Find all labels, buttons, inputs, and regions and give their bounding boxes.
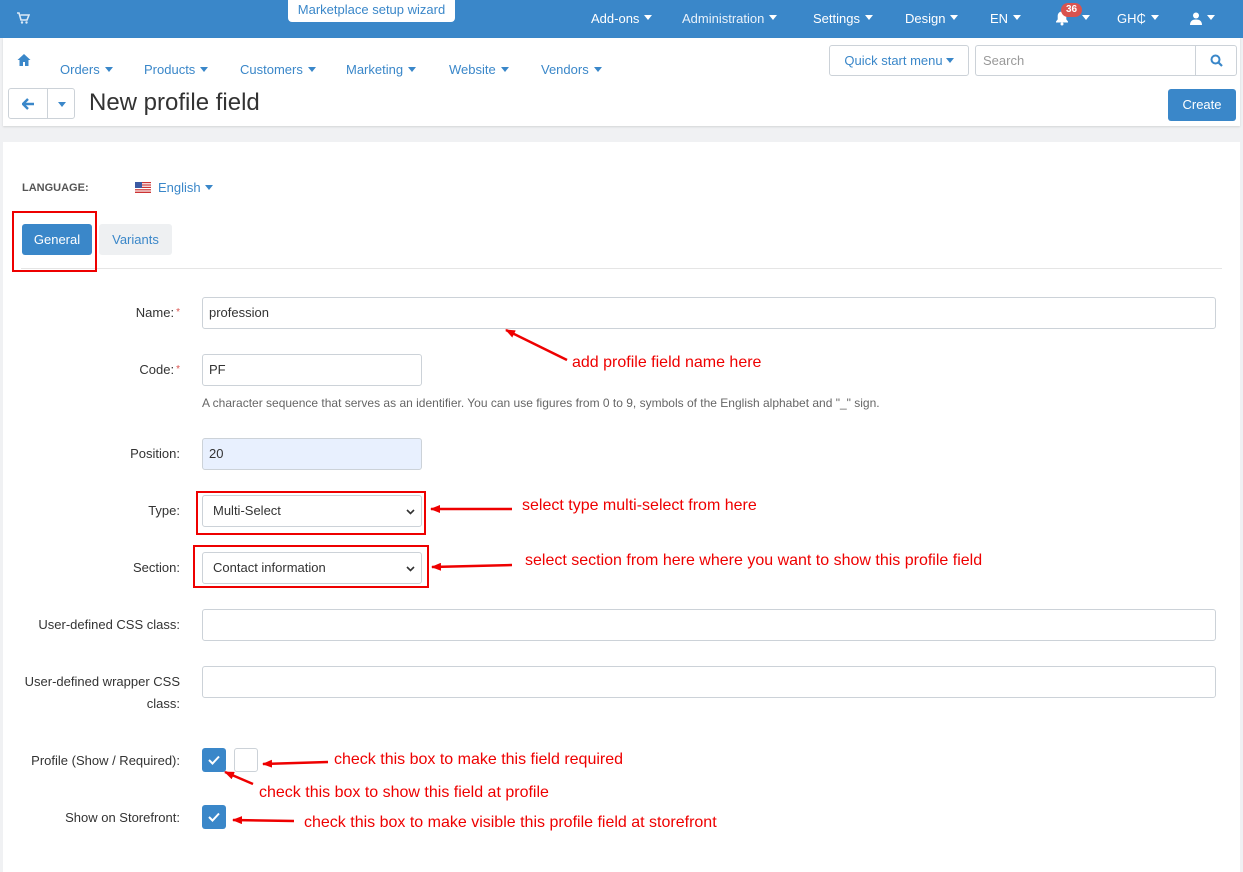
wrapper-css-input[interactable] (202, 666, 1216, 698)
annotation-show-profile: check this box to show this field at pro… (259, 784, 549, 801)
main-header: Orders Products Customers Marketing Webs… (3, 38, 1240, 126)
show-on-storefront-label: Show on Storefront: (65, 810, 180, 825)
profile-show-required-label: Profile (Show / Required): (31, 753, 180, 768)
us-flag-icon (135, 182, 151, 193)
annotation-box-type (196, 491, 426, 535)
topnav-settings[interactable]: Settings (813, 0, 873, 38)
back-button[interactable] (8, 88, 48, 119)
nav-marketing[interactable]: Marketing (346, 60, 417, 80)
cart-icon[interactable] (16, 11, 30, 25)
top-bar: Marketplace setup wizard Add-ons Adminis… (0, 0, 1243, 38)
topnav-currency[interactable]: GH₵ (1117, 0, 1159, 38)
language-selector[interactable]: English (158, 180, 213, 195)
nav-website[interactable]: Website (449, 60, 509, 80)
annotation-storefront: check this box to make visible this prof… (304, 814, 717, 831)
notifications-caret[interactable] (1077, 0, 1090, 38)
annotation-name: add profile field name here (572, 354, 762, 371)
profile-required-checkbox[interactable] (234, 748, 258, 772)
caret-down-icon (58, 102, 66, 107)
topnav-design[interactable]: Design (905, 0, 959, 38)
arrow-left-icon (22, 98, 34, 110)
position-label: Position: (130, 446, 180, 461)
name-label: Name: * (135, 305, 180, 320)
language-label: LANGUAGE: (22, 182, 89, 194)
annotation-required: check this box to make this field requir… (334, 751, 624, 768)
code-hint: A character sequence that serves as an i… (202, 396, 880, 410)
user-icon (1190, 12, 1202, 26)
marketplace-wizard-button[interactable]: Marketplace setup wizard (288, 0, 455, 22)
topnav-addons[interactable]: Add-ons (591, 0, 653, 38)
nav-orders[interactable]: Orders (60, 60, 113, 80)
quick-start-menu-button[interactable]: Quick start menu (829, 45, 969, 76)
check-icon (208, 755, 220, 765)
nav-vendors[interactable]: Vendors (541, 60, 602, 80)
search-input[interactable] (975, 45, 1196, 76)
css-class-label: User-defined CSS class: (38, 617, 180, 632)
profile-show-checkbox[interactable] (202, 748, 226, 772)
create-button[interactable]: Create (1168, 89, 1236, 121)
section-label: Section: (133, 560, 180, 575)
annotation-box-section (193, 545, 429, 588)
type-label: Type: (148, 503, 180, 518)
topnav-language[interactable]: EN (990, 0, 1022, 38)
user-menu[interactable] (1190, 0, 1215, 38)
css-class-input[interactable] (202, 609, 1216, 641)
code-label: Code: * (139, 362, 180, 377)
name-input[interactable]: profession (202, 297, 1216, 329)
annotation-box-general-tab (12, 211, 97, 272)
search-button[interactable] (1195, 45, 1237, 76)
back-dropdown-button[interactable] (47, 88, 75, 119)
code-input[interactable]: PF (202, 354, 422, 386)
nav-customers[interactable]: Customers (240, 60, 316, 80)
annotation-type: select type multi-select from here (522, 497, 757, 514)
wrapper-css-label: User-defined wrapper CSS class: (24, 674, 180, 711)
page-title: New profile field (89, 89, 260, 116)
home-icon[interactable] (17, 53, 31, 67)
check-icon (208, 812, 220, 822)
annotation-section: select section from here where you want … (525, 552, 983, 569)
topnav-administration[interactable]: Administration (682, 0, 778, 38)
search-icon (1210, 54, 1223, 67)
show-on-storefront-checkbox[interactable] (202, 805, 226, 829)
tab-divider (21, 268, 1222, 269)
nav-products[interactable]: Products (144, 60, 209, 80)
position-input[interactable]: 20 (202, 438, 422, 470)
tab-variants[interactable]: Variants (99, 224, 172, 255)
